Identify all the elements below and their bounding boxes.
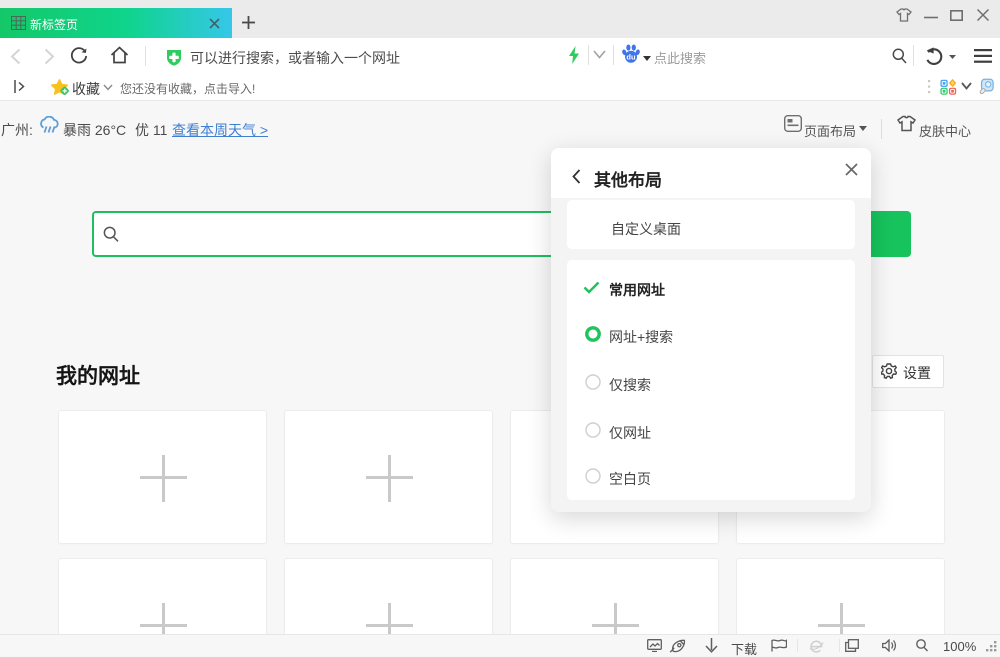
svg-text:du: du (626, 52, 636, 61)
